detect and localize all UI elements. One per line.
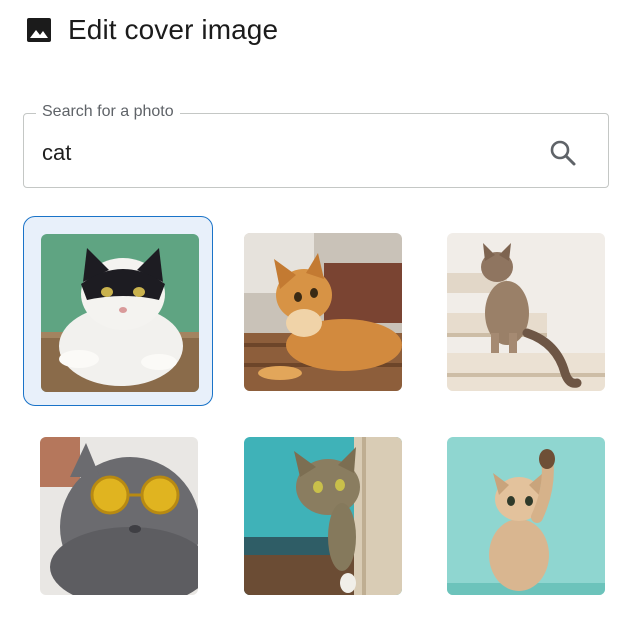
photo-tile-5[interactable]	[227, 420, 417, 610]
photo-thumbnail	[447, 437, 605, 595]
dialog-header: Edit cover image	[26, 14, 278, 46]
dialog-title: Edit cover image	[68, 14, 279, 45]
search-field: Search for a photo	[23, 103, 609, 188]
photo-thumbnail	[244, 437, 402, 595]
photo-tile-3[interactable]	[430, 216, 620, 406]
search-input[interactable]	[42, 140, 522, 166]
photo-tile-4[interactable]	[23, 420, 213, 610]
photo-thumbnail	[41, 234, 199, 392]
search-icon[interactable]	[548, 138, 578, 168]
photo-thumbnail	[40, 437, 198, 595]
photo-tile-6[interactable]	[430, 420, 620, 610]
photo-thumbnail	[244, 233, 402, 391]
image-icon	[26, 17, 52, 43]
photo-thumbnail	[447, 233, 605, 391]
photo-tile-2[interactable]	[227, 216, 417, 406]
search-label: Search for a photo	[36, 103, 180, 121]
photo-tile-1[interactable]	[23, 216, 213, 406]
